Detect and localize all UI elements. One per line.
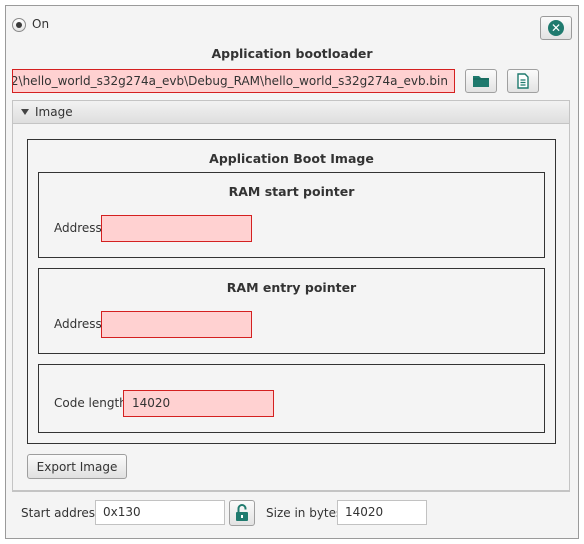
ram-entry-address-input[interactable] bbox=[101, 311, 252, 338]
code-length-input[interactable]: 14020 bbox=[123, 390, 274, 417]
lock-toggle-button[interactable] bbox=[229, 500, 255, 526]
ram-start-title: RAM start pointer bbox=[228, 184, 355, 199]
ram-entry-address-label: Address bbox=[54, 317, 102, 331]
start-address-label: Start address bbox=[21, 506, 102, 520]
radio-dot bbox=[16, 22, 22, 28]
ram-start-address-label: Address bbox=[54, 221, 102, 235]
image-pane-header[interactable]: Image bbox=[12, 100, 570, 124]
start-address-input[interactable]: 0x130 bbox=[95, 500, 225, 525]
on-label: On bbox=[32, 17, 50, 31]
folder-icon bbox=[473, 76, 489, 87]
size-in-bytes-input[interactable]: 14020 bbox=[337, 500, 427, 525]
document-icon bbox=[517, 73, 529, 89]
export-image-button[interactable]: Export Image bbox=[27, 454, 127, 479]
divider bbox=[12, 491, 570, 492]
close-button[interactable]: ✕ bbox=[540, 16, 572, 40]
boot-image-title: Application Boot Image bbox=[209, 151, 374, 166]
expand-triangle-icon bbox=[21, 109, 29, 115]
open-file-button[interactable] bbox=[507, 69, 539, 93]
ram-start-address-input[interactable] bbox=[101, 215, 252, 242]
close-icon: ✕ bbox=[548, 20, 564, 36]
bootloader-path-field[interactable]: C:\NXP\S32DS.3.2\hello_world_s32g274a_ev… bbox=[12, 69, 455, 93]
bootloader-title: Application bootloader bbox=[211, 46, 373, 61]
size-in-bytes-label: Size in bytes bbox=[266, 506, 343, 520]
image-pane-title: Image bbox=[35, 105, 73, 119]
on-radio-button[interactable] bbox=[12, 18, 26, 32]
ram-entry-title: RAM entry pointer bbox=[226, 280, 357, 295]
code-length-label: Code length bbox=[54, 396, 127, 410]
browse-folder-button[interactable] bbox=[465, 69, 497, 93]
unlock-icon bbox=[236, 504, 248, 521]
